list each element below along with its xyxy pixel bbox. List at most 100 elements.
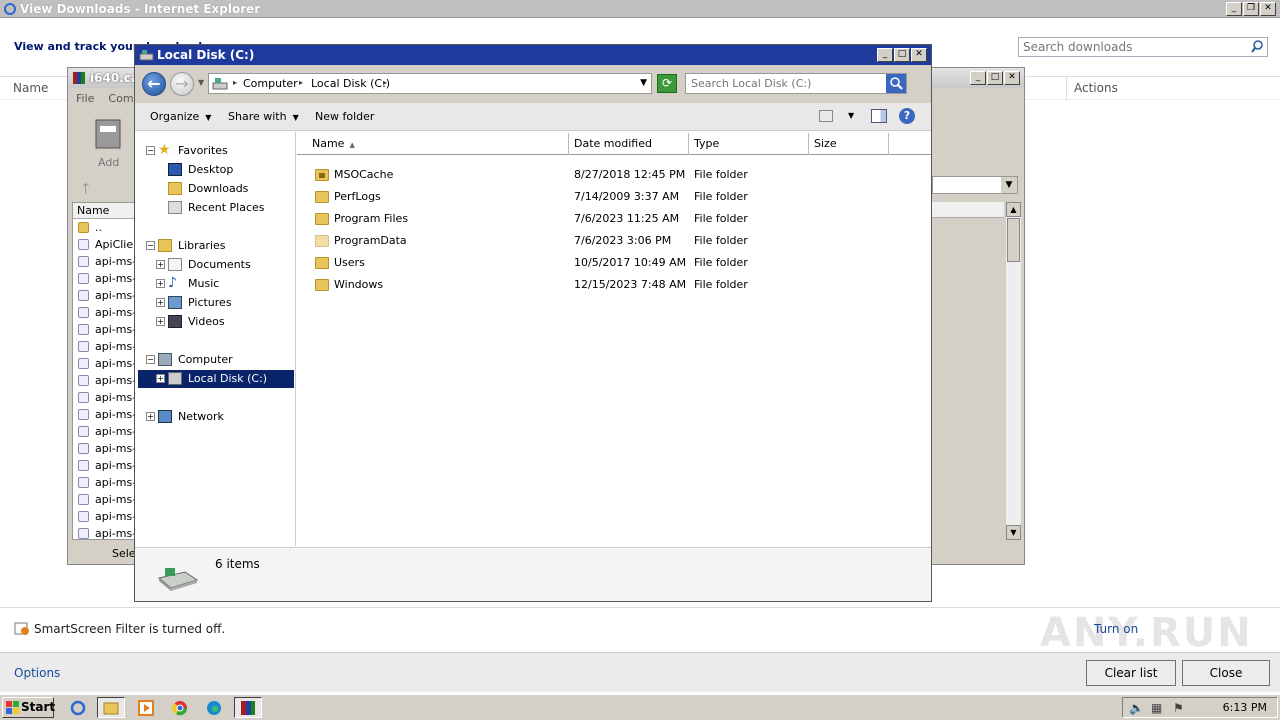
table-row[interactable]: MSOCache 8/27/2018 12:45 PM File folder <box>297 164 931 186</box>
search-icon[interactable] <box>886 74 906 93</box>
table-row[interactable]: Program Files 7/6/2023 11:25 AM File folde… <box>297 208 931 230</box>
ie-search-box[interactable]: Search downloads <box>1018 37 1268 57</box>
breadcrumb-separator[interactable]: ▸ <box>299 78 303 87</box>
explorer-window[interactable]: Local Disk (C:) _ □ ✕ ← → ▼ ▸ Computer ▸… <box>134 44 932 602</box>
chevron-down-icon[interactable]: ▼ <box>1001 177 1017 193</box>
list-item[interactable]: api-ms-v <box>73 287 135 304</box>
scroll-up-button[interactable]: ▲ <box>1006 202 1021 217</box>
refresh-button[interactable]: ⟳ <box>657 74 677 93</box>
explorer-close-button[interactable]: ✕ <box>911 48 927 62</box>
explorer-minimize-button[interactable]: _ <box>877 48 893 62</box>
tree-favorites[interactable]: − ★ Favorites <box>136 142 294 160</box>
view-options-dropdown[interactable]: ▼ <box>848 111 854 120</box>
scroll-down-button[interactable]: ▼ <box>1006 525 1021 540</box>
column-header-name[interactable]: Name ▲ <box>297 133 569 155</box>
file-list[interactable]: Name ▲ Date modified Type Size MSOCache 8/… <box>297 132 931 546</box>
preview-pane-icon[interactable] <box>871 109 887 123</box>
list-item[interactable]: api-ms-v <box>73 389 135 406</box>
tree-pictures[interactable]: + Pictures <box>136 294 294 312</box>
explorer-search-input[interactable] <box>686 74 886 93</box>
winrar-scrollbar[interactable]: ▲ ▼ <box>1005 202 1021 540</box>
close-button[interactable]: Close <box>1182 660 1270 686</box>
recent-pages-dropdown[interactable]: ▼ <box>198 78 204 87</box>
clock[interactable]: 6:13 PM <box>1223 701 1267 714</box>
list-item[interactable]: api-ms-v <box>73 457 135 474</box>
clear-list-button[interactable]: Clear list <box>1086 660 1176 686</box>
breadcrumb-separator[interactable]: ▸ <box>383 78 387 87</box>
list-item[interactable]: api-ms-v <box>73 525 135 539</box>
list-item[interactable]: api-ms-v <box>73 372 135 389</box>
tree-music[interactable]: + ♪ Music <box>136 275 294 293</box>
list-item[interactable]: api-ms-v <box>73 270 135 287</box>
taskbar-chrome-icon[interactable] <box>166 697 194 718</box>
tree-recent-places[interactable]: Recent Places <box>136 199 294 217</box>
taskbar-edge-icon[interactable] <box>200 697 228 718</box>
winrar-add-button[interactable]: Add <box>76 110 134 174</box>
scroll-thumb[interactable] <box>1007 218 1020 262</box>
table-row[interactable]: PerfLogs 7/14/2009 3:37 AM File folder <box>297 186 931 208</box>
list-item[interactable]: api-ms-v <box>73 321 135 338</box>
list-item[interactable]: api-ms-v <box>73 304 135 321</box>
tree-computer[interactable]: − Computer <box>136 351 294 369</box>
tree-local-disk[interactable]: + Local Disk (C:) <box>138 370 294 388</box>
new-folder-button[interactable]: New folder <box>315 110 374 123</box>
winrar-menu-file[interactable]: File <box>76 92 94 105</box>
winrar-path-combo[interactable]: ▼ <box>932 176 1018 194</box>
taskbar-explorer-icon[interactable] <box>97 697 125 718</box>
ie-column-name[interactable]: Name <box>13 81 48 95</box>
table-row[interactable]: Users 10/5/2017 10:49 AM File folder <box>297 252 931 274</box>
list-item[interactable]: api-ms-v <box>73 406 135 423</box>
ie-minimize-button[interactable]: _ <box>1226 2 1242 16</box>
explorer-maximize-button[interactable]: □ <box>894 48 910 62</box>
column-header-size[interactable]: Size <box>809 133 889 155</box>
winrar-close-button[interactable]: ✕ <box>1004 71 1020 85</box>
breadcrumb-local-disk[interactable]: Local Disk (C:) <box>311 77 390 90</box>
address-history-dropdown[interactable]: ▼ <box>640 78 647 88</box>
list-item[interactable]: api-ms-v <box>73 474 135 491</box>
ie-close-button[interactable]: ✕ <box>1260 2 1276 16</box>
address-bar[interactable]: ▸ Computer ▸ Local Disk (C:) ▸ ▼ <box>208 73 652 94</box>
winrar-maximize-button[interactable]: □ <box>987 71 1003 85</box>
taskbar-ie-icon[interactable] <box>64 697 92 718</box>
column-header-date-modified[interactable]: Date modified <box>569 133 689 155</box>
winrar-minimize-button[interactable]: _ <box>970 71 986 85</box>
winrar-file-list[interactable]: Name .. ApiClient api-ms-v api-ms-v api-ms-v… <box>72 202 136 540</box>
list-item[interactable]: api-ms-v <box>73 253 135 270</box>
list-item[interactable]: api-ms-v <box>73 338 135 355</box>
up-arrow-icon[interactable]: 🡑 <box>82 178 89 202</box>
tree-libraries[interactable]: − Libraries <box>136 237 294 255</box>
tree-documents[interactable]: + Documents <box>136 256 294 274</box>
list-item[interactable]: api-ms-v <box>73 508 135 525</box>
list-item[interactable]: api-ms-v <box>73 355 135 372</box>
tree-videos[interactable]: + Videos <box>136 313 294 331</box>
start-button[interactable]: Start <box>2 697 55 718</box>
forward-button[interactable]: → <box>170 72 194 96</box>
breadcrumb-separator[interactable]: ▸ <box>233 78 237 87</box>
explorer-search-box[interactable] <box>685 73 907 94</box>
ie-restore-button[interactable]: ❐ <box>1243 2 1259 16</box>
organize-button[interactable]: Organize ▼ <box>150 110 211 123</box>
volume-icon[interactable]: 🔈 <box>1129 701 1144 715</box>
column-header-type[interactable]: Type <box>689 133 809 155</box>
table-row[interactable]: Windows 12/15/2023 7:48 AM File folder <box>297 274 931 296</box>
options-link[interactable]: Options <box>14 666 60 680</box>
tree-downloads[interactable]: Downloads <box>136 180 294 198</box>
navigation-pane[interactable]: − ★ Favorites Desktop Downloads Recent Pla… <box>136 132 296 546</box>
turn-on-link[interactable]: Turn on <box>1094 622 1138 636</box>
winrar-column-name[interactable]: Name <box>73 203 135 219</box>
back-button[interactable]: ← <box>142 72 166 96</box>
tree-network[interactable]: + Network <box>136 408 294 426</box>
breadcrumb-computer[interactable]: Computer <box>243 77 298 90</box>
help-icon[interactable]: ? <box>899 108 915 124</box>
network-status-icon[interactable]: ▦ <box>1151 701 1162 715</box>
taskbar-media-player-icon[interactable] <box>132 697 160 718</box>
share-with-button[interactable]: Share with ▼ <box>228 110 299 123</box>
list-item[interactable]: api-ms-v <box>73 423 135 440</box>
tree-desktop[interactable]: Desktop <box>136 161 294 179</box>
list-item[interactable]: .. <box>73 219 135 236</box>
taskbar-winrar-icon[interactable] <box>234 697 262 718</box>
list-item[interactable]: ApiClient <box>73 236 135 253</box>
list-item[interactable]: api-ms-v <box>73 491 135 508</box>
action-center-flag-icon[interactable]: ⚑ <box>1173 701 1184 715</box>
search-icon[interactable] <box>1251 40 1263 54</box>
